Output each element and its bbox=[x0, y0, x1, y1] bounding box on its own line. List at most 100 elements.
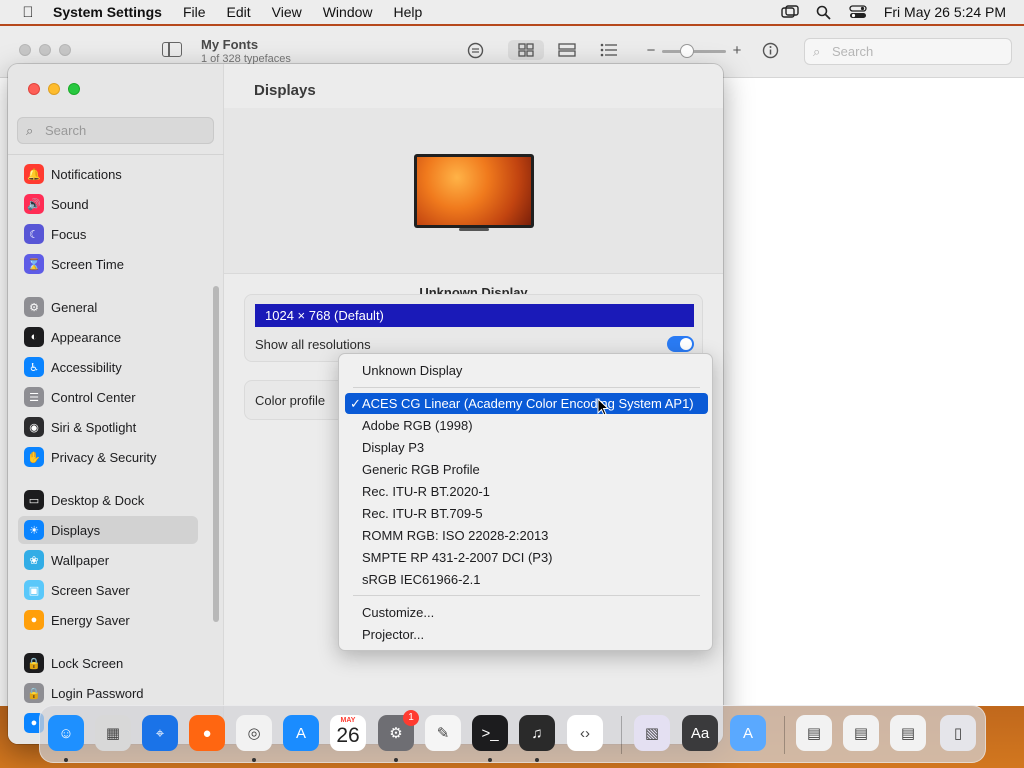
menu-view[interactable]: View bbox=[272, 4, 302, 20]
pencil-icon[interactable]: ✎ bbox=[425, 715, 461, 751]
screen-mirroring-icon[interactable] bbox=[779, 4, 801, 20]
sidebar-item-login-password[interactable]: 🔒 Login Password bbox=[18, 679, 198, 707]
running-indicator bbox=[394, 758, 398, 762]
font-book-minimize-button[interactable] bbox=[39, 44, 51, 56]
menu-file[interactable]: File bbox=[183, 4, 206, 20]
color-profile-option[interactable]: Adobe RGB (1998) bbox=[345, 415, 708, 436]
color-profile-option[interactable]: Rec. ITU-R BT.709-5 bbox=[345, 503, 708, 524]
sidebar-item-screen-time[interactable]: ⌛ Screen Time bbox=[18, 250, 198, 278]
safari-icon[interactable]: ⌖ bbox=[142, 715, 178, 751]
sidebar-item-label: Wallpaper bbox=[51, 552, 110, 568]
sidebar-toggle-icon[interactable] bbox=[162, 42, 182, 57]
sidebar-item-accessibility[interactable]: ♿ Accessibility bbox=[18, 353, 198, 381]
menu-item-projector[interactable]: Projector... bbox=[345, 624, 708, 645]
show-all-resolutions-toggle[interactable] bbox=[667, 336, 694, 352]
zoom-in-icon[interactable]: + bbox=[730, 40, 744, 60]
info-icon[interactable] bbox=[760, 40, 780, 60]
terminal-icon[interactable]: >_ bbox=[472, 715, 508, 751]
hourglass-icon: ⌛ bbox=[24, 254, 44, 274]
checkmark-icon: ✓ bbox=[350, 396, 361, 411]
zoom-button[interactable] bbox=[68, 83, 80, 95]
font-book-search-field[interactable]: ⌕ Search bbox=[804, 38, 1012, 65]
color-profile-option[interactable]: Generic RGB Profile bbox=[345, 459, 708, 480]
sidebar-item-appearance[interactable]: ◐ Appearance bbox=[18, 323, 198, 351]
sidebar-item-privacy-security[interactable]: ✋ Privacy & Security bbox=[18, 443, 198, 471]
color-profile-option[interactable]: SMPTE RP 431-2-2007 DCI (P3) bbox=[345, 547, 708, 568]
color-profile-option[interactable]: Rec. ITU-R BT.2020-1 bbox=[345, 481, 708, 502]
sidebar-item-label: General bbox=[51, 299, 98, 315]
calendar-month: MAY bbox=[340, 717, 356, 724]
menu-app-name[interactable]: System Settings bbox=[53, 4, 162, 20]
control-center-icon[interactable] bbox=[847, 4, 869, 20]
firefox-icon[interactable]: ● bbox=[189, 715, 225, 751]
settings-sidebar: ⌕ Search 🔔 Notifications 🔊 Sound ☾ Focus ⌛ Scre… bbox=[8, 64, 224, 744]
dock-glyph: >_ bbox=[481, 724, 499, 742]
color-profile-option[interactable]: ROMM RGB: ISO 22028-2:2013 bbox=[345, 525, 708, 546]
settings-search-field[interactable]: ⌕ Search bbox=[17, 117, 214, 144]
sidebar-item-control-center[interactable]: ☰ Control Center bbox=[18, 383, 198, 411]
minimize-button[interactable] bbox=[48, 83, 60, 95]
dock-glyph: ☺ bbox=[58, 724, 74, 742]
sidebar-item-notifications[interactable]: 🔔 Notifications bbox=[18, 160, 198, 188]
menu-separator bbox=[353, 595, 700, 596]
app-store-icon[interactable]: A bbox=[283, 715, 319, 751]
sidebar-item-displays[interactable]: ☀ Displays bbox=[18, 516, 198, 544]
sidebar-item-general[interactable]: ⚙ General bbox=[18, 293, 198, 321]
menu-edit[interactable]: Edit bbox=[227, 4, 251, 20]
stack-icon[interactable]: ▤ bbox=[796, 715, 832, 751]
zoom-out-icon[interactable]: − bbox=[645, 40, 657, 60]
spotlight-search-icon[interactable] bbox=[813, 4, 835, 20]
calendar-icon[interactable]: MAY 26 bbox=[330, 715, 366, 751]
finder-icon[interactable]: ☺ bbox=[48, 715, 84, 751]
menu-help[interactable]: Help bbox=[394, 4, 423, 20]
font-book-close-button[interactable] bbox=[19, 44, 31, 56]
chrome-icon[interactable]: ◎ bbox=[236, 715, 272, 751]
launchpad-icon[interactable]: ▦ bbox=[95, 715, 131, 751]
font-book-zoom-button[interactable] bbox=[59, 44, 71, 56]
font-book-icon[interactable]: Aa bbox=[682, 715, 718, 751]
sidebar-item-siri-spotlight[interactable]: ◉ Siri & Spotlight bbox=[18, 413, 198, 441]
running-indicator bbox=[64, 758, 68, 762]
close-button[interactable] bbox=[28, 83, 40, 95]
resolution-option-selected[interactable]: 1024 × 768 (Default) bbox=[255, 304, 694, 327]
trash-icon[interactable]: ▯ bbox=[940, 715, 976, 751]
display-monitor-icon[interactable] bbox=[414, 154, 534, 228]
sample-view-icon[interactable] bbox=[556, 40, 578, 60]
sidebar-item-wallpaper[interactable]: ❀ Wallpaper bbox=[18, 546, 198, 574]
apple-menu-icon[interactable]:  bbox=[18, 4, 38, 21]
sidebar-item-energy-saver[interactable]: ● Energy Saver bbox=[18, 606, 198, 634]
guitar-icon[interactable]: ♫ bbox=[519, 715, 555, 751]
list-view-icon[interactable] bbox=[598, 40, 620, 60]
page-title: Displays bbox=[254, 82, 316, 99]
color-profile-option-selected[interactable]: ✓ ACES CG Linear (Academy Color Encoding … bbox=[345, 393, 708, 414]
sidebar-item-sound[interactable]: 🔊 Sound bbox=[18, 190, 198, 218]
gear-icon[interactable]: ⚙ 1 bbox=[378, 710, 419, 751]
color-profile-option-label: ACES CG Linear (Academy Color Encoding S… bbox=[362, 396, 694, 411]
menu-item-customize[interactable]: Customize... bbox=[345, 602, 708, 623]
sidebar-item-label: Control Center bbox=[51, 389, 136, 405]
color-profile-option[interactable]: Display P3 bbox=[345, 437, 708, 458]
cube-icon[interactable]: ▧ bbox=[634, 715, 670, 751]
hand-icon: ✋ bbox=[24, 447, 44, 467]
sidebar-item-focus[interactable]: ☾ Focus bbox=[18, 220, 198, 248]
info-bubble-icon[interactable] bbox=[465, 40, 485, 60]
sidebar-item-lock-screen[interactable]: 🔒 Lock Screen bbox=[18, 649, 198, 677]
xcode-icon[interactable]: A bbox=[730, 715, 766, 751]
sidebar-item-label: Privacy & Security bbox=[51, 449, 157, 465]
vscode-icon[interactable]: ‹› bbox=[567, 715, 603, 751]
dock-glyph: ♫ bbox=[531, 724, 543, 742]
size-slider-track[interactable] bbox=[662, 50, 726, 53]
sidebar-item-desktop-dock[interactable]: ▭ Desktop & Dock bbox=[18, 486, 198, 514]
size-slider-knob[interactable] bbox=[680, 44, 694, 58]
sidebar-item-screen-saver[interactable]: ▣ Screen Saver bbox=[18, 576, 198, 604]
stack-icon[interactable]: ▤ bbox=[890, 715, 926, 751]
settings-search-placeholder: Search bbox=[45, 123, 87, 138]
dock-glyph: ▯ bbox=[953, 725, 963, 742]
color-profile-option[interactable]: sRGB IEC61966-2.1 bbox=[345, 569, 708, 590]
sidebar-scrollbar[interactable] bbox=[213, 286, 219, 622]
display-preview-area: Unknown Display bbox=[224, 108, 723, 300]
menu-window[interactable]: Window bbox=[323, 4, 373, 20]
grid-view-icon[interactable] bbox=[508, 40, 544, 60]
stack-icon[interactable]: ▤ bbox=[843, 715, 879, 751]
menu-clock[interactable]: Fri May 26 5:24 PM bbox=[884, 4, 1006, 20]
